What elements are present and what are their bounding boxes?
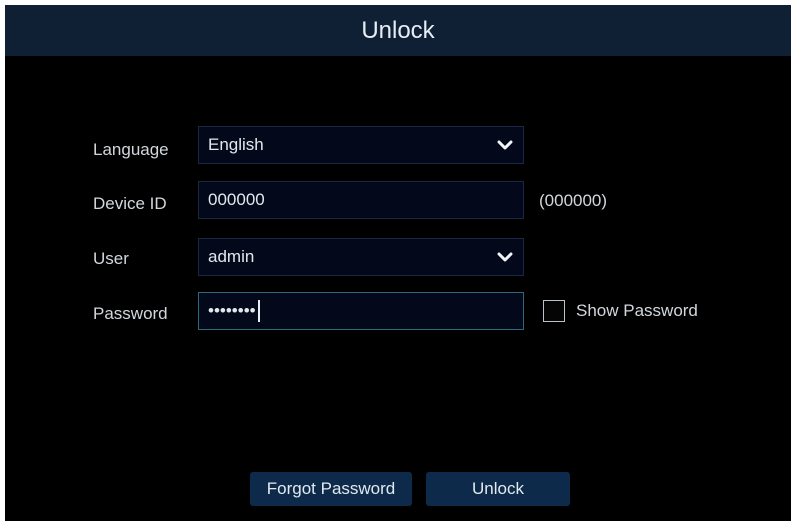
password-value: •••••••• (208, 301, 256, 320)
unlock-button[interactable]: Unlock (426, 472, 570, 506)
forgot-password-label: Forgot Password (266, 479, 396, 498)
language-dropdown-button[interactable] (487, 127, 523, 163)
device-id-label: Device ID (93, 194, 167, 213)
chevron-down-icon (497, 252, 513, 262)
show-password-checkbox[interactable] (543, 300, 565, 322)
dialog-title: Unlock (361, 16, 435, 44)
device-id-hint: (000000) (539, 191, 608, 210)
dialog-title-bar: Unlock (5, 5, 791, 56)
user-select[interactable]: admin (198, 238, 524, 276)
text-cursor (257, 300, 260, 322)
device-id-value: 000000 (208, 190, 265, 209)
show-password-label[interactable]: Show Password (576, 301, 698, 321)
language-select[interactable]: English (198, 126, 524, 164)
password-input[interactable]: •••••••• (198, 292, 524, 330)
chevron-down-icon (497, 140, 513, 150)
user-label: User (93, 249, 129, 268)
password-label: Password (93, 304, 168, 323)
unlock-dialog: Unlock Language English Device ID 000000… (5, 5, 791, 521)
forgot-password-button[interactable]: Forgot Password (250, 472, 412, 506)
language-value: English (208, 135, 264, 154)
user-dropdown-button[interactable] (487, 239, 523, 275)
language-label: Language (93, 140, 169, 159)
user-value: admin (208, 247, 255, 266)
unlock-button-label: Unlock (472, 479, 524, 498)
device-id-input[interactable]: 000000 (198, 181, 524, 219)
